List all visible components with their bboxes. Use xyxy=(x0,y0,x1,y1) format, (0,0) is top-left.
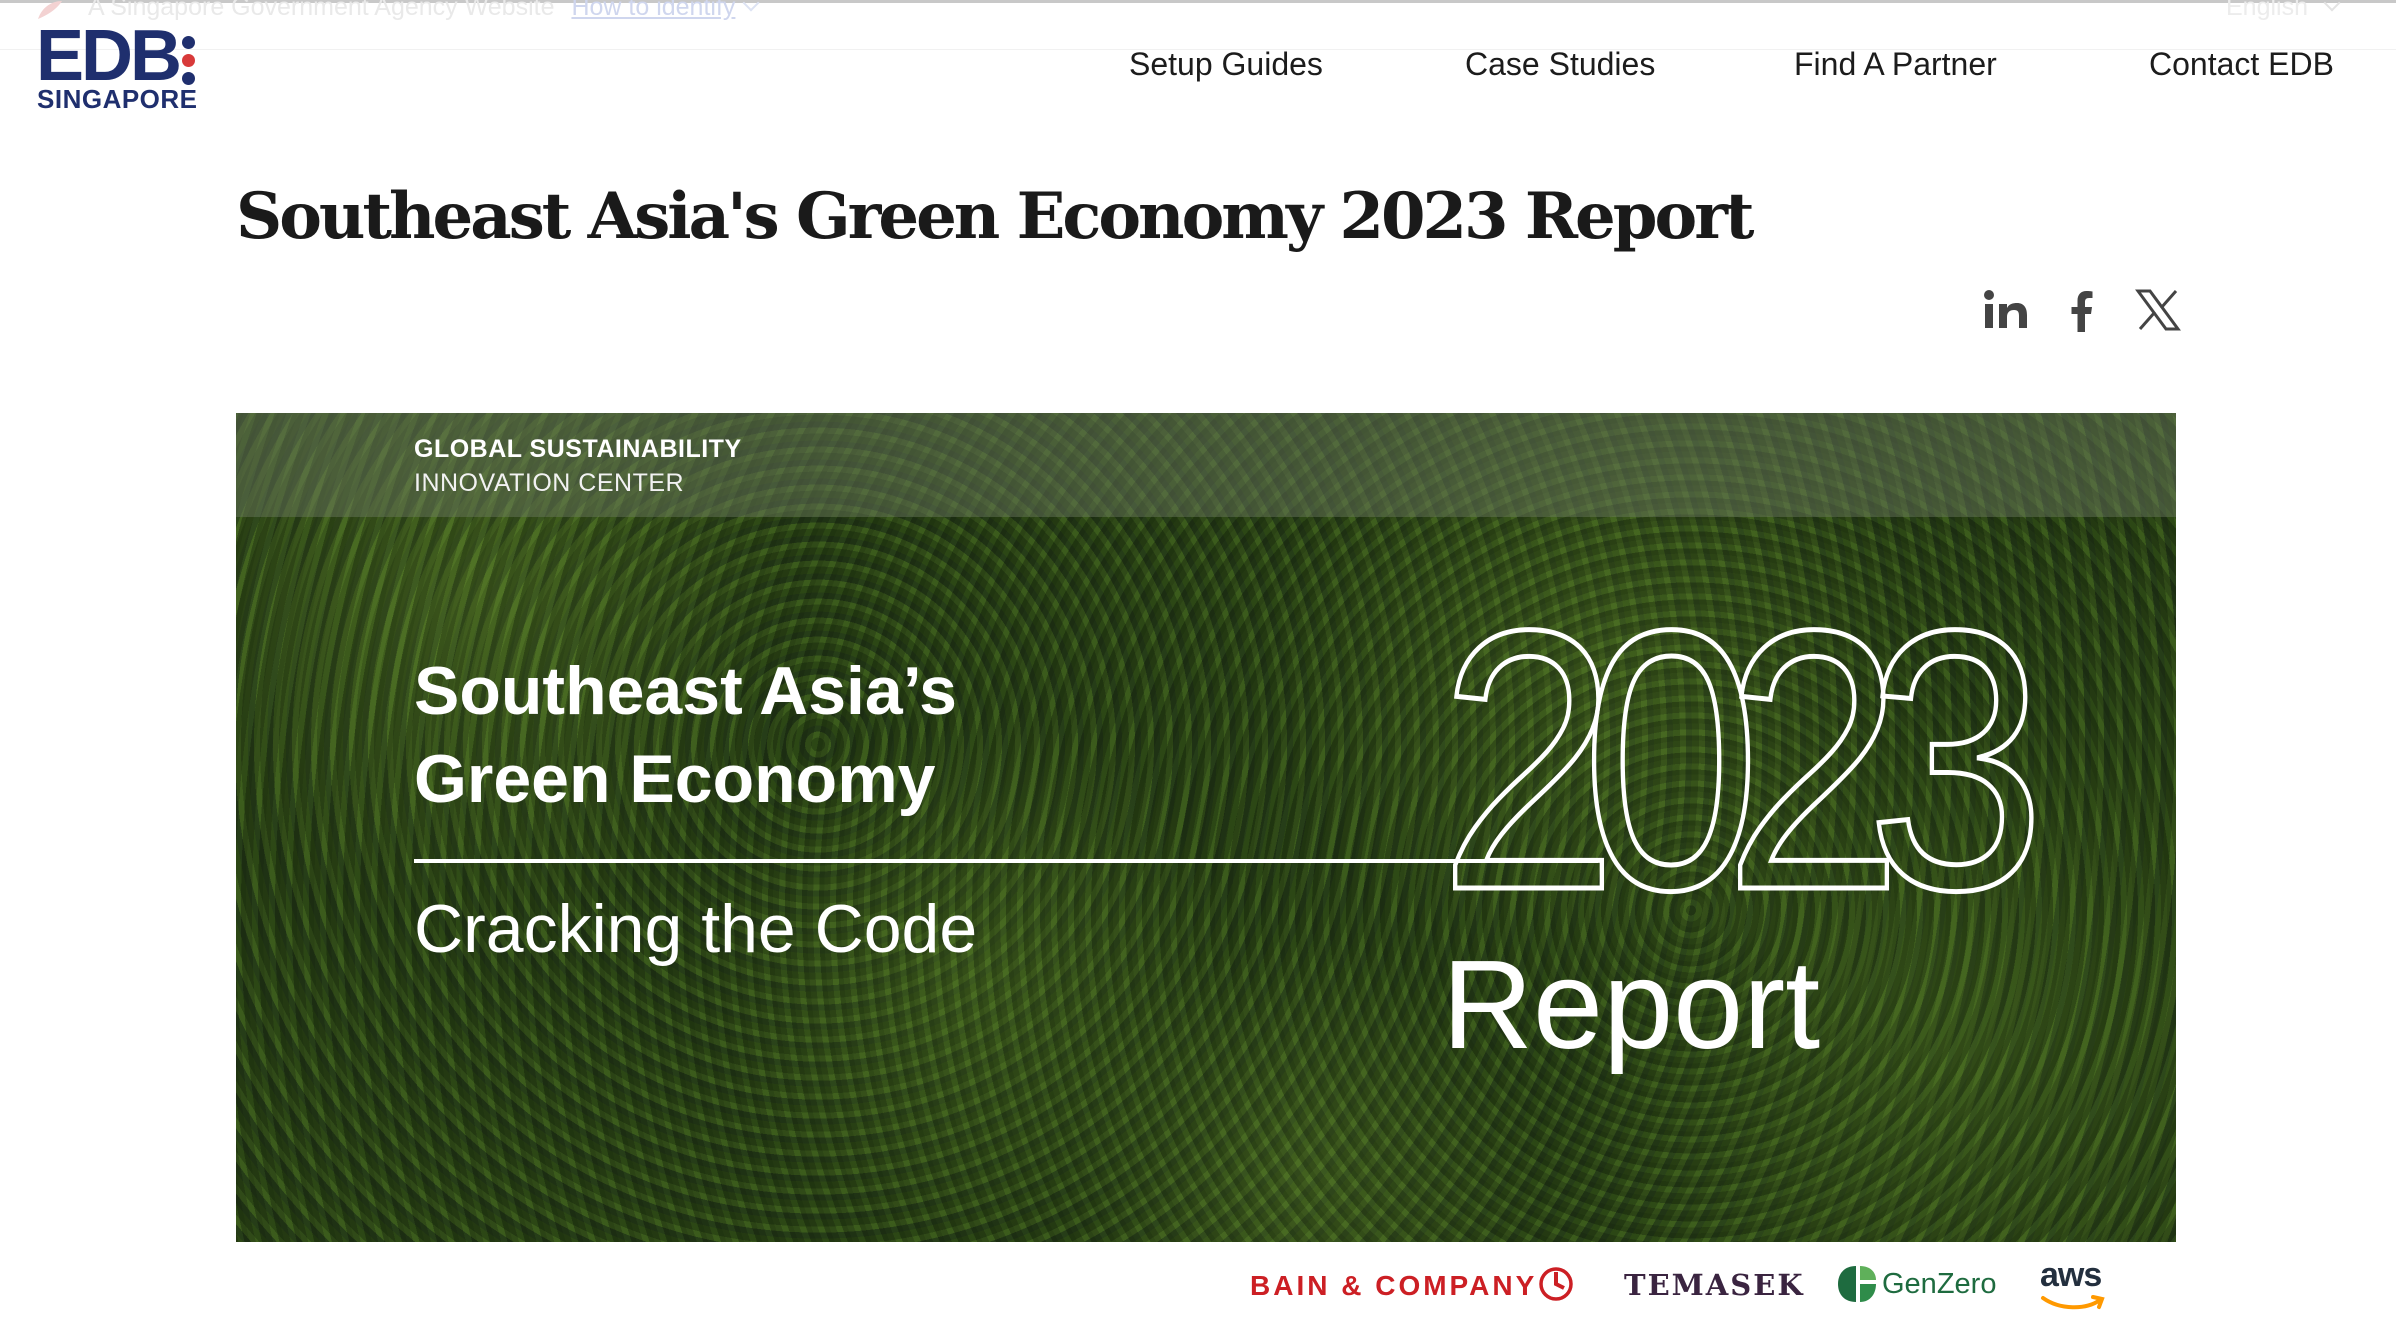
nav-contact-edb[interactable]: Contact EDB xyxy=(2149,46,2334,83)
language-label: English xyxy=(2226,0,2308,21)
government-banner: A Singapore Government Agency Website Ho… xyxy=(0,0,2396,50)
x-icon xyxy=(2135,289,2181,331)
edb-singapore-logo[interactable]: EDB SINGAPORE xyxy=(36,16,206,114)
cover-year-svg: 2023 xyxy=(1437,552,2077,970)
genzero-logo-text: GenZero xyxy=(1882,1268,1997,1300)
partner-logos: BAIN & COMPANY TEMASEK GenZero aws xyxy=(1250,1256,2110,1316)
cover-title-line-1: Southeast Asia’s xyxy=(414,653,957,729)
facebook-icon xyxy=(2071,291,2093,332)
cover-top-band xyxy=(236,413,2176,517)
cover-report-word: Report xyxy=(1442,934,1821,1075)
nav-setup-guides[interactable]: Setup Guides xyxy=(1129,46,1323,83)
aws-smile-icon xyxy=(2041,1295,2105,1310)
cover-year-text: 2023 xyxy=(1439,554,2032,967)
temasek-logo-text: TEMASEK xyxy=(1624,1268,1805,1302)
cover-org-line-1: GLOBAL SUSTAINABILITY xyxy=(414,435,742,463)
linkedin-share-button[interactable] xyxy=(1982,282,2030,338)
logo-subtitle: SINGAPORE xyxy=(37,84,198,114)
x-share-button[interactable] xyxy=(2134,282,2182,338)
logo-dot-middle xyxy=(182,54,195,67)
genzero-leaf-icon xyxy=(1838,1266,1876,1302)
nav-case-studies[interactable]: Case Studies xyxy=(1465,46,1655,83)
bain-circle-icon xyxy=(1539,1267,1573,1301)
cover-year-outline: 2023 xyxy=(1437,552,2077,970)
logo-dots xyxy=(182,36,198,86)
linkedin-icon xyxy=(1984,290,2027,328)
chevron-down-icon xyxy=(2323,0,2341,12)
cover-subtitle: Cracking the Code xyxy=(414,891,978,967)
logo-dot-top xyxy=(182,36,195,49)
facebook-share-button[interactable] xyxy=(2058,282,2106,338)
cover-org-line-2: INNOVATION CENTER xyxy=(414,469,685,497)
how-to-identify-link[interactable]: How to identify xyxy=(571,0,735,21)
cover-divider xyxy=(414,859,1598,863)
page-title: Southeast Asia's Green Economy 2023 Repo… xyxy=(236,179,1754,254)
language-selector[interactable]: English xyxy=(2226,0,2341,22)
cover-title-line-2: Green Economy xyxy=(414,741,936,817)
chevron-down-icon[interactable] xyxy=(742,0,760,12)
report-cover-image: GLOBAL SUSTAINABILITY INNOVATION CENTER … xyxy=(236,413,2176,1242)
aws-logo-text: aws xyxy=(2040,1256,2102,1294)
bain-logo-text: BAIN & COMPANY xyxy=(1250,1270,1538,1301)
government-banner-text: A Singapore Government Agency Website Ho… xyxy=(88,0,760,22)
nav-find-a-partner[interactable]: Find A Partner xyxy=(1794,46,1997,83)
logo-wordmark: EDB xyxy=(36,16,182,96)
